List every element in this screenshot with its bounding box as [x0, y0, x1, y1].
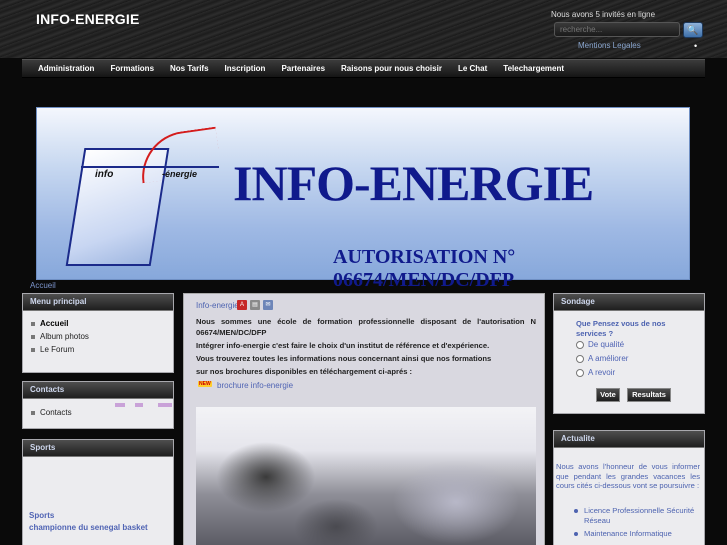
search-input[interactable] — [554, 22, 680, 37]
intro-paragraph-authorization: 06674/MEN/DC/DFP — [196, 328, 267, 337]
menu-item-album[interactable]: Album photos — [23, 330, 173, 343]
news-list: Licence Professionnelle Sécurité Réseau … — [574, 506, 702, 543]
content-photo — [196, 407, 536, 545]
banner-title: INFO-ENERGIE — [233, 155, 594, 211]
legal-link[interactable]: Mentions Legales — [578, 41, 641, 50]
header: INFO-ENERGIE Nous avons 5 invités en lig… — [0, 0, 727, 58]
poll-option-label: A revoir — [588, 368, 616, 377]
sports-title: Sports — [23, 440, 173, 457]
brochure-link[interactable]: brochure info-energie — [217, 381, 293, 390]
main-content: Info-energie A ▤ ✉ Nous sommes une école… — [183, 293, 545, 545]
new-badge: NEW — [198, 381, 212, 387]
banner-subtitle: AUTORISATION N° 06674/MEN/DC/DFP — [333, 246, 516, 291]
menu-item-label: Le Forum — [40, 345, 75, 354]
nav-item-formations[interactable]: Formations — [102, 64, 162, 73]
article-title[interactable]: Info-energie — [196, 301, 239, 310]
brochure-paragraph: sur nos brochures disponibles en télécha… — [196, 367, 413, 376]
banner: info -énergie INFO-ENERGIE AUTORISATION … — [36, 107, 690, 291]
breadcrumb[interactable]: Accueil — [30, 281, 56, 290]
nav-item-tarifs[interactable]: Nos Tarifs — [162, 64, 217, 73]
pdf-icon[interactable]: A — [237, 300, 247, 310]
bullet-icon — [31, 321, 35, 326]
poll-option-label: A améliorer — [588, 354, 629, 363]
news-text: Nous avons l'honneur de vous informer qu… — [556, 462, 700, 490]
site-title[interactable]: INFO-ENERGIE — [36, 11, 140, 27]
bullet-icon — [574, 509, 578, 513]
news-item-label: Maintenance Informatique — [584, 529, 672, 538]
sports-module: Sports Sports championne du senegal bask… — [22, 439, 174, 545]
bullet-icon — [31, 410, 35, 415]
radio-button[interactable] — [576, 354, 584, 363]
results-button[interactable]: Resultats — [627, 388, 671, 402]
menu-item-label: Accueil — [40, 319, 69, 328]
vote-button[interactable]: Vote — [596, 388, 620, 402]
poll-title: Sondage — [554, 294, 704, 311]
legal-dot: • — [694, 41, 698, 51]
main-menu-module: Menu principal Accueil Album photos Le F… — [22, 293, 174, 373]
info-paragraph: Vous trouverez toutes les informations n… — [196, 354, 492, 363]
poll-module: Sondage Que Pensez vous de nos services … — [553, 293, 705, 414]
menu-item-accueil[interactable]: Accueil — [23, 317, 173, 330]
radio-button[interactable] — [576, 340, 584, 349]
menu-item-label: Contacts — [40, 408, 72, 417]
logo-line — [81, 166, 219, 168]
list-item[interactable]: Maintenance Informatique — [574, 529, 702, 539]
radio-button[interactable] — [576, 368, 584, 377]
email-icon[interactable]: ✉ — [263, 300, 273, 310]
sports-link[interactable]: Sports — [29, 511, 54, 520]
list-item[interactable]: Licence Professionnelle Sécurité Réseau — [574, 506, 702, 525]
news-module: Actualite Nous avons l'honneur de vous i… — [553, 430, 705, 545]
menu-item-forum[interactable]: Le Forum — [23, 343, 173, 356]
poll-question: Que Pensez vous de nos services ? — [576, 319, 666, 338]
bullet-icon — [31, 334, 35, 339]
nav-item-administration[interactable]: Administration — [30, 64, 102, 73]
print-icon[interactable]: ▤ — [250, 300, 260, 310]
logo-info-text: info — [95, 169, 114, 180]
basket-link[interactable]: championne du senegal basket — [29, 523, 148, 532]
choice-paragraph: Intégrer info-energie c'est faire le cho… — [196, 341, 490, 350]
guests-online-text: Nous avons 5 invités en ligne — [551, 10, 656, 19]
poll-option-improve[interactable]: A améliorer — [576, 354, 628, 363]
menu-item-label: Album photos — [40, 332, 89, 341]
logo-energie-text: -énergie — [162, 169, 198, 179]
intro-paragraph: Nous sommes une école de formation profe… — [196, 317, 536, 326]
nav-item-partenaires[interactable]: Partenaires — [273, 64, 333, 73]
poll-option-review[interactable]: A revoir — [576, 368, 615, 377]
nav-item-inscription[interactable]: Inscription — [217, 64, 274, 73]
search-button[interactable]: 🔍 — [683, 22, 703, 38]
nav-item-chat[interactable]: Le Chat — [450, 64, 495, 73]
bullet-icon — [31, 347, 35, 352]
search-icon: 🔍 — [687, 25, 699, 35]
news-title: Actualite — [554, 431, 704, 448]
news-item-label: Licence Professionnelle Sécurité Réseau — [584, 506, 695, 525]
main-menu-title: Menu principal — [23, 294, 173, 311]
photo-caption-marks — [115, 403, 195, 409]
poll-option-quality[interactable]: De qualité — [576, 340, 624, 349]
poll-option-label: De qualité — [588, 340, 625, 349]
bullet-icon — [574, 532, 578, 536]
nav-item-telechargement[interactable]: Telechargement — [495, 64, 572, 73]
contacts-title: Contacts — [23, 382, 173, 399]
nav-item-raisons[interactable]: Raisons pour nous choisir — [333, 64, 450, 73]
main-nav: Administration Formations Nos Tarifs Ins… — [22, 59, 705, 78]
